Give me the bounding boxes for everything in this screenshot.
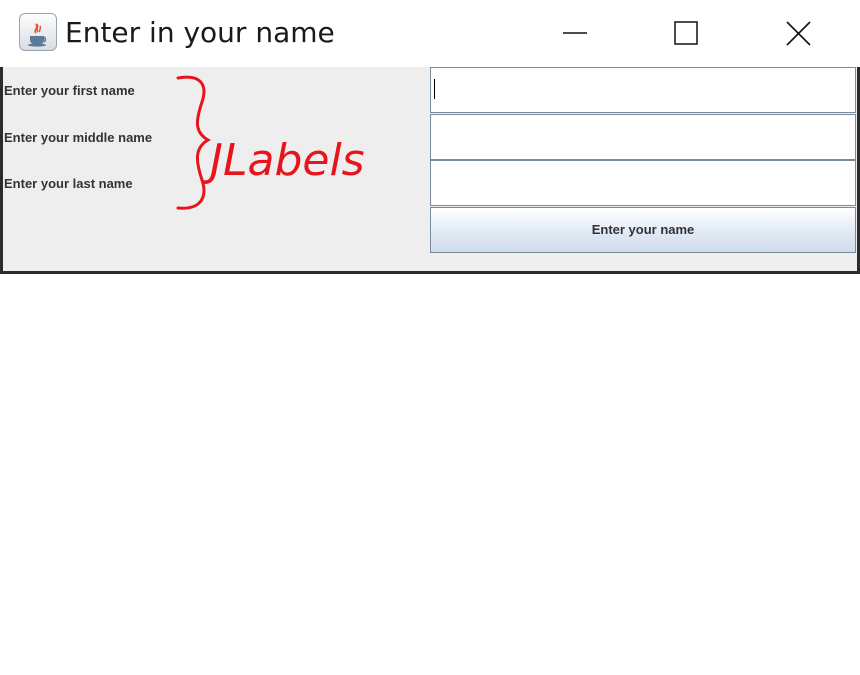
close-button[interactable]: [768, 8, 828, 58]
last-name-label: Enter your last name: [4, 176, 133, 191]
java-coffee-cup-icon[interactable]: [19, 13, 57, 51]
minimize-icon: [563, 32, 587, 34]
text-caret: [434, 79, 435, 99]
jlabels-annotation-text: JLabels: [202, 135, 365, 186]
close-icon: [786, 21, 811, 46]
last-name-field[interactable]: [430, 160, 856, 206]
middle-name-label: Enter your middle name: [4, 130, 153, 145]
window-title: Enter in your name: [65, 16, 335, 49]
middle-name-field[interactable]: [430, 114, 856, 160]
maximize-button[interactable]: [656, 8, 716, 58]
jlabels-annotation: JLabels: [176, 75, 365, 210]
minimize-button[interactable]: [545, 8, 605, 58]
first-name-field[interactable]: [430, 67, 856, 113]
maximize-icon: [674, 21, 698, 45]
app-window: Enter in your name Enter your first name…: [0, 0, 860, 274]
enter-name-button[interactable]: Enter your name: [430, 207, 856, 253]
title-bar[interactable]: Enter in your name: [0, 0, 860, 67]
first-name-label: Enter your first name: [4, 83, 135, 98]
curly-brace-annotation: [176, 75, 212, 210]
content-panel: Enter your first name Enter your middle …: [0, 67, 860, 274]
